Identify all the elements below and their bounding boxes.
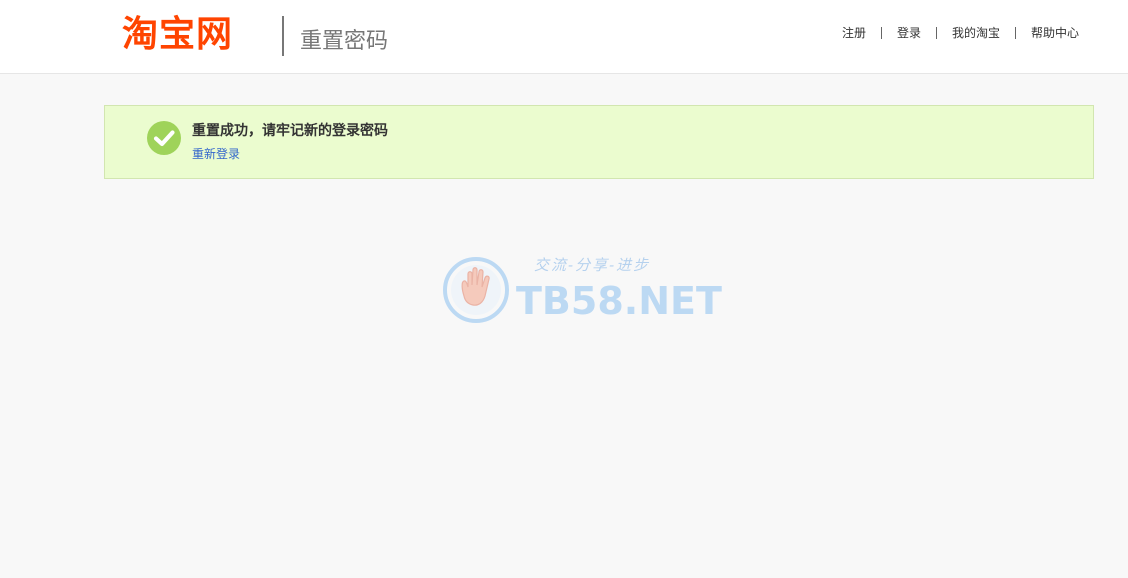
logo-divider xyxy=(282,16,284,56)
page-header: 淘宝网 重置密码 注册 登录 我的淘宝 帮助中心 xyxy=(0,0,1128,74)
success-message-box: 重置成功，请牢记新的登录密码 重新登录 xyxy=(104,105,1094,179)
nav-help-center-link[interactable]: 帮助中心 xyxy=(1016,26,1079,40)
hand-logo-icon xyxy=(443,257,509,323)
taobao-logo[interactable]: 淘宝网 xyxy=(122,14,233,56)
success-message-title: 重置成功，请牢记新的登录密码 xyxy=(192,123,388,139)
nav-login-link[interactable]: 登录 xyxy=(882,26,936,40)
watermark-site-name: TB58.NET xyxy=(516,279,722,323)
page-title: 重置密码 xyxy=(300,29,389,54)
relogin-link[interactable]: 重新登录 xyxy=(192,146,240,162)
nav-my-taobao-link[interactable]: 我的淘宝 xyxy=(937,26,1015,40)
watermark: 交流-分享-进步 TB58.NET xyxy=(442,250,722,330)
top-nav: 注册 登录 我的淘宝 帮助中心 xyxy=(827,26,1079,40)
check-circle-icon xyxy=(147,121,181,155)
watermark-slogan: 交流-分享-进步 xyxy=(534,256,651,274)
nav-register-link[interactable]: 注册 xyxy=(827,26,881,40)
